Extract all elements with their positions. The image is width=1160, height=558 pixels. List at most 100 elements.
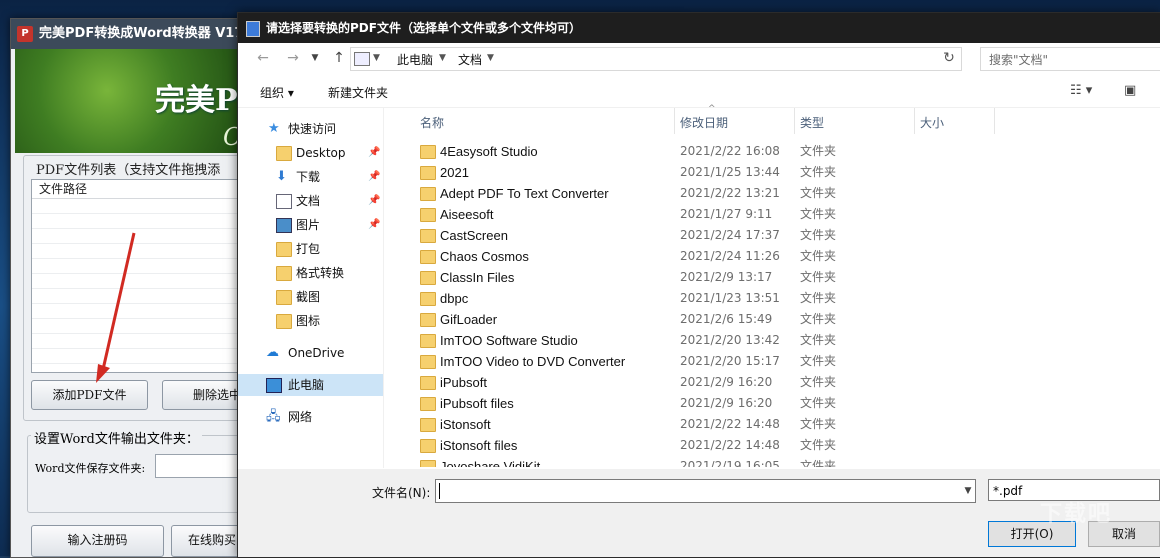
file-date: 2021/2/9 16:20 — [680, 375, 773, 389]
address-bar[interactable]: ▼ 此电脑 ▼ 文档 ▼ — [350, 47, 962, 71]
filename-history-chevron-icon[interactable]: ▼ — [959, 480, 977, 502]
file-row[interactable]: GifLoader 2021/2/6 15:49 文件夹 — [408, 309, 1148, 330]
nav-label: 文档 — [296, 194, 321, 208]
folder-icon — [420, 418, 436, 432]
file-name: GifLoader — [440, 312, 498, 327]
file-row[interactable]: Joyoshare VidiKit 2021/2/19 16:05 文件夹 — [408, 456, 1148, 467]
column-type[interactable]: 类型 — [800, 114, 824, 131]
nav-item-screenshots[interactable]: 截图 — [238, 286, 383, 308]
filename-label: 文件名(N): — [372, 486, 431, 500]
filename-input[interactable] — [435, 479, 976, 503]
organize-menu[interactable]: 组织 ▾ — [260, 84, 294, 101]
nav-item-quick-access[interactable]: ★ 快速访问 — [238, 118, 383, 140]
nav-item-pack[interactable]: 打包 — [238, 238, 383, 260]
breadcrumb-this-pc[interactable]: 此电脑 — [397, 51, 433, 68]
file-type: 文件夹 — [800, 165, 837, 179]
file-date: 2021/2/22 14:48 — [680, 417, 780, 431]
file-row[interactable]: dbpc 2021/1/23 13:51 文件夹 — [408, 288, 1148, 309]
file-row[interactable]: Adept PDF To Text Converter 2021/2/22 13:… — [408, 183, 1148, 204]
file-row[interactable]: Chaos Cosmos 2021/2/24 11:26 文件夹 — [408, 246, 1148, 267]
file-date: 2021/2/19 16:05 — [680, 459, 780, 467]
file-list: 4Easysoft Studio 2021/2/22 16:08 文件夹 2021 2… — [408, 141, 1148, 467]
folder-icon — [420, 376, 436, 390]
file-type: 文件夹 — [800, 417, 837, 431]
file-row[interactable]: iPubsoft 2021/2/9 16:20 文件夹 — [408, 372, 1148, 393]
file-row[interactable]: ImTOO Video to DVD Converter 2021/2/20 15… — [408, 351, 1148, 372]
folder-icon — [276, 290, 292, 305]
folder-icon — [420, 166, 436, 180]
output-folder-input[interactable] — [155, 454, 243, 478]
file-date: 2021/1/27 9:11 — [680, 207, 773, 221]
nav-item-format-convert[interactable]: 格式转换 — [238, 262, 383, 284]
file-type: 文件夹 — [800, 249, 837, 263]
folder-icon — [276, 266, 292, 281]
nav-pane-divider — [383, 108, 384, 468]
file-row[interactable]: Aiseesoft 2021/1/27 9:11 文件夹 — [408, 204, 1148, 225]
pin-icon: 📌 — [368, 147, 381, 158]
nav-item-documents[interactable]: 文档 📌 — [238, 190, 383, 212]
recent-locations-chevron-icon[interactable]: ▼ — [304, 48, 326, 68]
open-file-dialog: 请选择要转换的PDF文件（选择单个文件或多个文件均可） ← → ▼ ↑ ▼ 此电… — [237, 12, 1160, 558]
nav-label: 网络 — [288, 410, 313, 424]
nav-item-pictures[interactable]: 图片 📌 — [238, 214, 383, 236]
file-name: Chaos Cosmos — [440, 249, 529, 264]
file-type: 文件夹 — [800, 312, 837, 326]
nav-item-downloads[interactable]: ⬇ 下载 📌 — [238, 166, 383, 188]
file-row[interactable]: 2021 2021/1/25 13:44 文件夹 — [408, 162, 1148, 183]
file-name: 2021 — [440, 165, 469, 180]
file-name: iPubsoft files — [440, 396, 514, 411]
file-date: 2021/2/6 15:49 — [680, 312, 773, 326]
add-pdf-button[interactable]: 添加PDF文件 — [31, 380, 148, 410]
output-folder-group-title: 设置Word文件输出文件夹： — [31, 428, 202, 447]
nav-item-onedrive[interactable]: ☁ OneDrive — [238, 342, 383, 364]
breadcrumb-documents[interactable]: 文档 — [458, 51, 482, 68]
refresh-icon[interactable]: ↻ — [938, 47, 960, 69]
file-name: Adept PDF To Text Converter — [440, 186, 609, 201]
file-row[interactable]: iStonsoft files 2021/2/22 14:48 文件夹 — [408, 435, 1148, 456]
search-placeholder: 搜索"文档" — [989, 53, 1049, 67]
output-folder-label: Word文件保存文件夹: — [35, 462, 146, 475]
up-arrow-icon[interactable]: ↑ — [328, 48, 350, 68]
file-row[interactable]: ImTOO Software Studio 2021/2/20 13:42 文件夹 — [408, 330, 1148, 351]
nav-label: Desktop — [296, 146, 346, 160]
app-title: 完美PDF转换成Word转换器 V17.8 ( — [39, 26, 268, 41]
file-name: dbpc — [440, 291, 469, 306]
pin-icon: 📌 — [368, 195, 381, 206]
file-name: iPubsoft — [440, 375, 487, 390]
column-date[interactable]: 修改日期 — [680, 114, 728, 131]
onedrive-icon: ☁ — [266, 345, 279, 360]
folder-icon — [420, 397, 436, 411]
search-box[interactable]: 搜索"文档" — [980, 47, 1160, 71]
file-name: Joyoshare VidiKit — [440, 459, 541, 467]
file-type: 文件夹 — [800, 228, 837, 242]
file-row[interactable]: 4Easysoft Studio 2021/2/22 16:08 文件夹 — [408, 141, 1148, 162]
file-name: ImTOO Software Studio — [440, 333, 578, 348]
file-row[interactable]: iPubsoft files 2021/2/9 16:20 文件夹 — [408, 393, 1148, 414]
back-arrow-icon[interactable]: ← — [252, 48, 274, 68]
column-name[interactable]: 名称 — [420, 114, 444, 131]
breadcrumb-chevron-icon[interactable]: ▼ — [439, 53, 446, 63]
breadcrumb-chevron-icon[interactable]: ▼ — [373, 53, 380, 63]
column-separator[interactable] — [994, 108, 995, 134]
breadcrumb-chevron-icon[interactable]: ▼ — [487, 53, 494, 63]
file-type: 文件夹 — [800, 144, 837, 158]
register-button[interactable]: 输入注册码 — [31, 525, 164, 557]
nav-item-icons[interactable]: 图标 — [238, 310, 383, 332]
nav-item-network[interactable]: 🖧 网络 — [238, 406, 383, 428]
app-logo-icon: P — [17, 26, 33, 42]
nav-item-this-pc[interactable]: 此电脑 — [238, 374, 383, 396]
view-options-icon[interactable]: ☷ ▾ — [1070, 83, 1092, 98]
column-separator[interactable] — [914, 108, 915, 134]
nav-item-desktop[interactable]: Desktop 📌 — [238, 142, 383, 164]
file-name: CastScreen — [440, 228, 508, 243]
forward-arrow-icon[interactable]: → — [282, 48, 304, 68]
file-row[interactable]: iStonsoft 2021/2/22 14:48 文件夹 — [408, 414, 1148, 435]
file-type: 文件夹 — [800, 291, 837, 305]
column-size[interactable]: 大小 — [920, 114, 944, 131]
file-row[interactable]: CastScreen 2021/2/24 17:37 文件夹 — [408, 225, 1148, 246]
column-separator[interactable] — [674, 108, 675, 134]
file-row[interactable]: ClassIn Files 2021/2/9 13:17 文件夹 — [408, 267, 1148, 288]
preview-pane-icon[interactable]: ▣ — [1124, 83, 1136, 98]
column-separator[interactable] — [794, 108, 795, 134]
new-folder-button[interactable]: 新建文件夹 — [328, 84, 388, 101]
